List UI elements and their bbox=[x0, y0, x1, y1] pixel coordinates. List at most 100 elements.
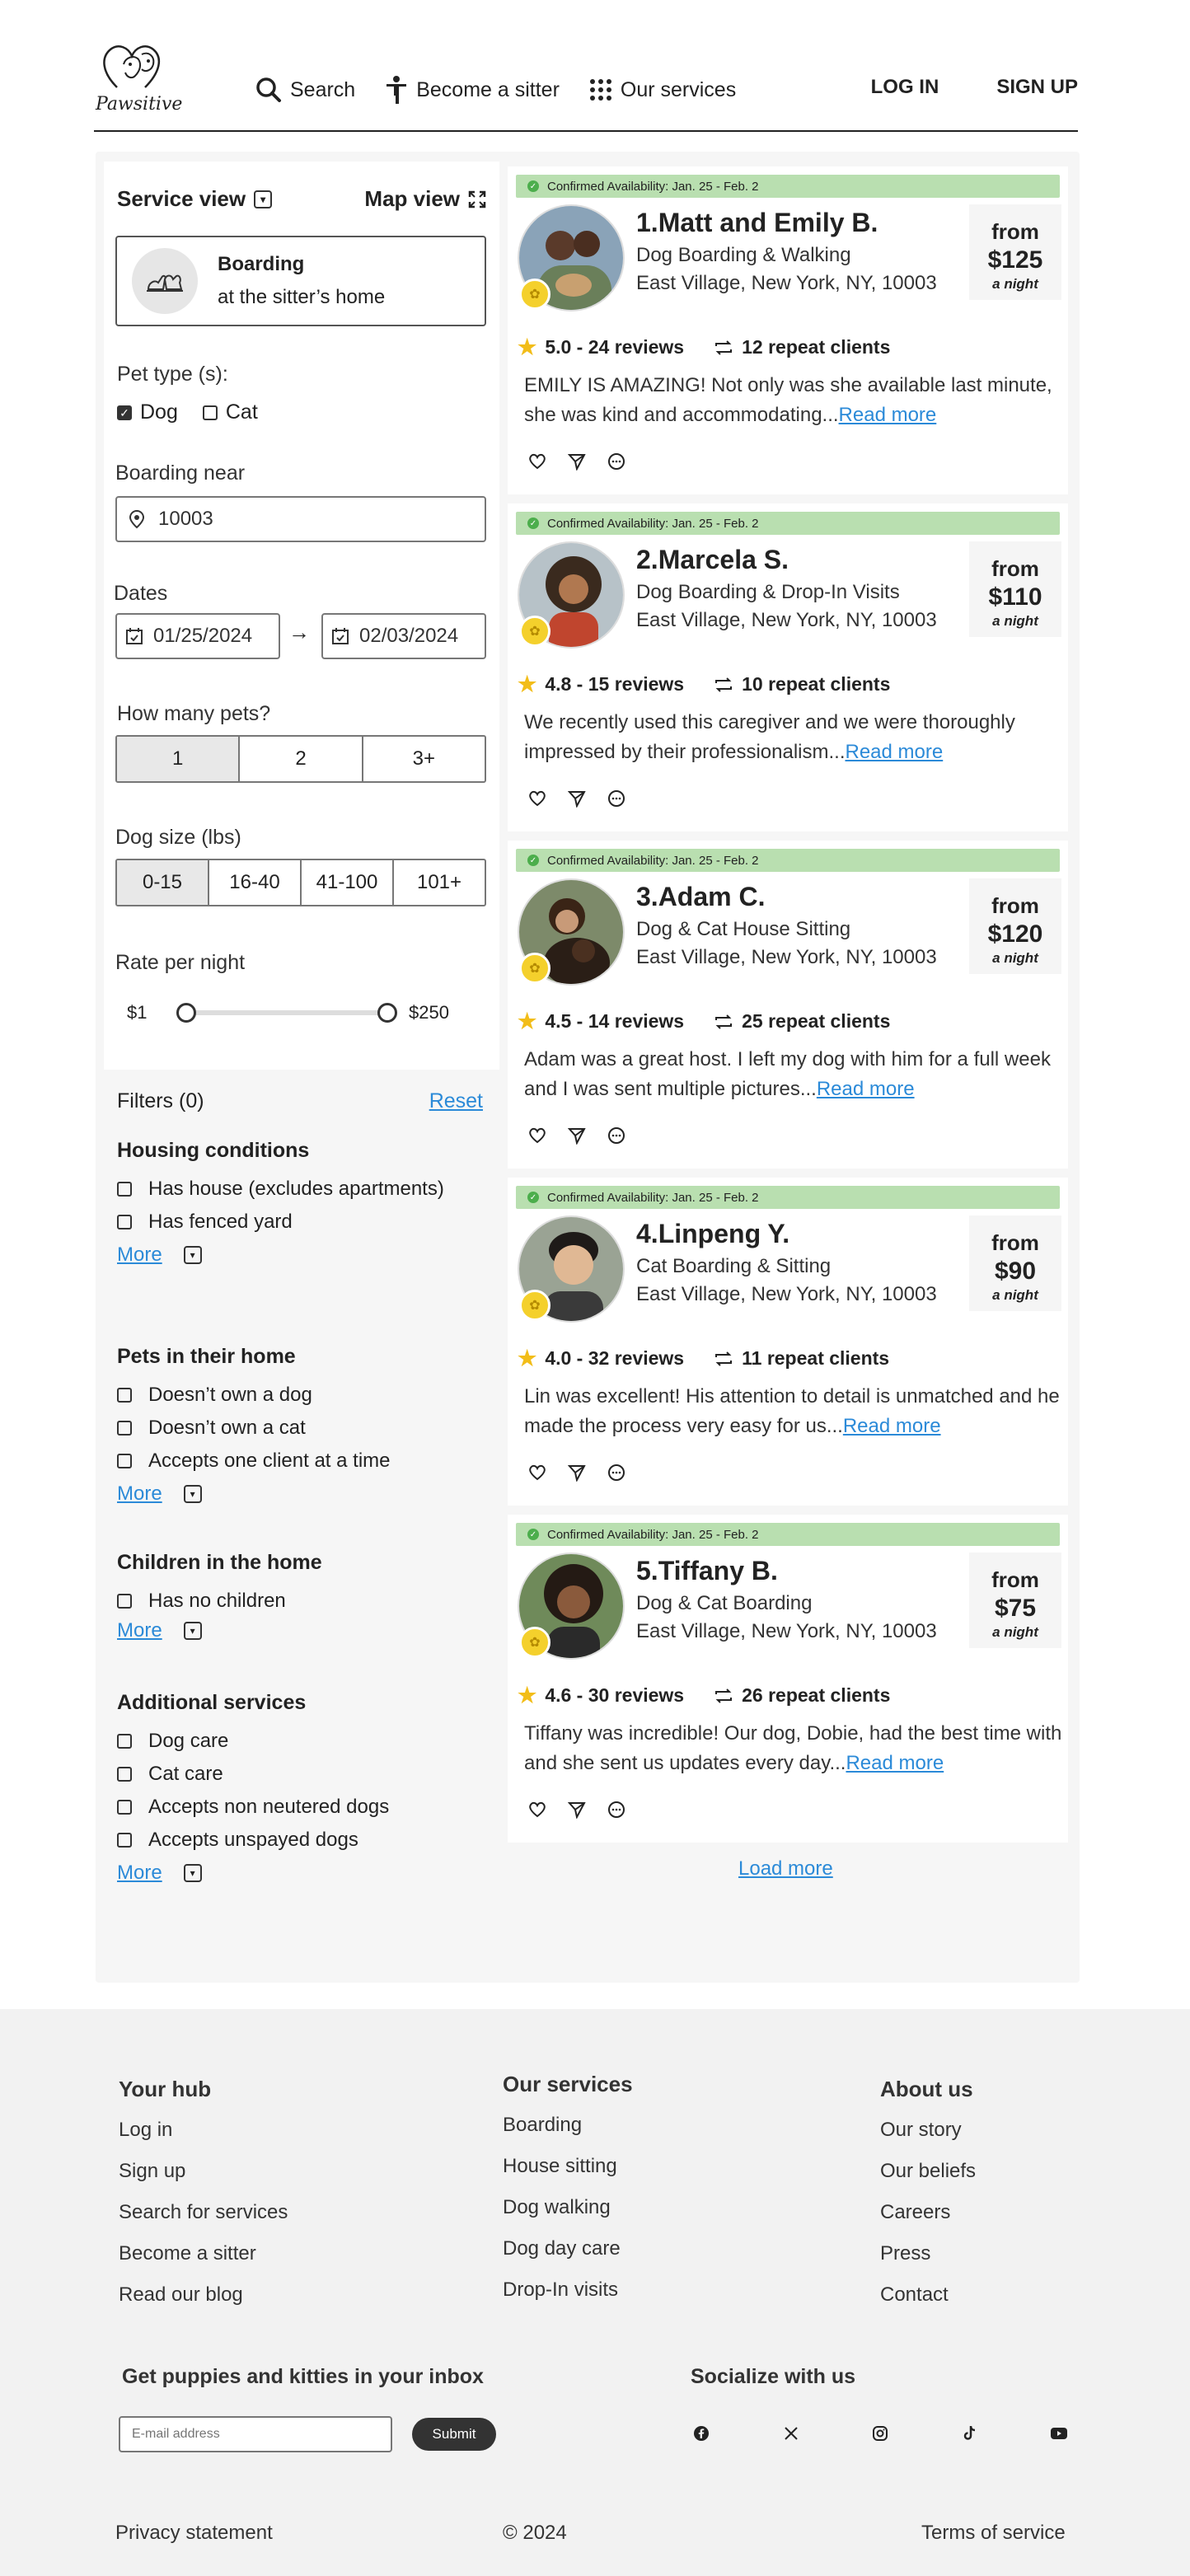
footer-link[interactable]: Boarding bbox=[503, 2114, 633, 2155]
sitter-name[interactable]: 1.Matt and Emily B. bbox=[636, 208, 878, 238]
chevron-down-icon[interactable]: ▾ bbox=[183, 1622, 202, 1640]
dog-size-option[interactable]: 0-15 bbox=[117, 860, 209, 905]
end-date-input[interactable]: 02/03/2024 bbox=[321, 613, 486, 659]
filter-option[interactable]: Has house (excludes apartments) bbox=[117, 1173, 483, 1206]
sitter-card[interactable]: ✓ Confirmed Availability: Jan. 25 - Feb. … bbox=[508, 166, 1068, 494]
footer-link[interactable]: Sign up bbox=[119, 2160, 288, 2201]
dog-size-option[interactable]: 41-100 bbox=[302, 860, 394, 905]
footer-link[interactable]: Our story bbox=[880, 2119, 976, 2160]
service-view-toggle[interactable]: Service view ▾ bbox=[117, 186, 273, 212]
nav-become-sitter[interactable]: Become a sitter bbox=[385, 76, 560, 104]
heart-icon[interactable] bbox=[527, 1463, 547, 1482]
message-icon[interactable] bbox=[607, 452, 626, 471]
footer-link[interactable]: Our beliefs bbox=[880, 2160, 976, 2201]
email-field[interactable] bbox=[119, 2416, 392, 2452]
youtube-icon[interactable] bbox=[1048, 2423, 1070, 2444]
filter-option[interactable]: Accepts non neutered dogs bbox=[117, 1791, 483, 1824]
reset-filters-link[interactable]: Reset bbox=[429, 1089, 483, 1113]
filter-option[interactable]: Doesn’t own a dog bbox=[117, 1379, 483, 1412]
more-link[interactable]: More bbox=[117, 1862, 162, 1885]
footer-link[interactable]: Log in bbox=[119, 2119, 288, 2160]
filter-option[interactable]: Dog care bbox=[117, 1725, 483, 1758]
footer-link[interactable]: Drop-In visits bbox=[503, 2279, 633, 2320]
share-icon[interactable] bbox=[567, 1800, 587, 1820]
sitter-name[interactable]: 4.Linpeng Y. bbox=[636, 1219, 789, 1249]
read-more-link[interactable]: Read more bbox=[845, 741, 943, 763]
footer-link[interactable]: Dog walking bbox=[503, 2196, 633, 2237]
sitter-name[interactable]: 3.Adam C. bbox=[636, 882, 765, 912]
read-more-link[interactable]: Read more bbox=[839, 404, 937, 426]
x-icon[interactable] bbox=[780, 2423, 802, 2444]
chevron-down-icon[interactable]: ▾ bbox=[183, 1246, 202, 1264]
sitter-card[interactable]: ✓ Confirmed Availability: Jan. 25 - Feb. … bbox=[508, 503, 1068, 831]
footer-link[interactable]: Dog day care bbox=[503, 2237, 633, 2279]
chevron-down-icon[interactable]: ▾ bbox=[183, 1485, 202, 1503]
load-more-link[interactable]: Load more bbox=[738, 1857, 833, 1880]
footer-link[interactable]: Read our blog bbox=[119, 2283, 288, 2325]
filter-option[interactable]: Doesn’t own a cat bbox=[117, 1412, 483, 1445]
filter-option[interactable]: Has fenced yard bbox=[117, 1206, 483, 1239]
share-icon[interactable] bbox=[567, 1463, 587, 1482]
filter-option[interactable]: Accepts unspayed dogs bbox=[117, 1824, 483, 1857]
filter-option[interactable]: Has no children bbox=[117, 1585, 483, 1618]
location-input[interactable]: 10003 bbox=[115, 496, 486, 542]
heart-icon[interactable] bbox=[527, 452, 547, 471]
heart-icon[interactable] bbox=[527, 1800, 547, 1820]
logo[interactable]: Pawsitive bbox=[94, 40, 185, 122]
more-link[interactable]: More bbox=[117, 1244, 162, 1267]
login-button[interactable]: LOG IN bbox=[871, 76, 939, 99]
heart-icon[interactable] bbox=[527, 789, 547, 808]
footer-link[interactable]: Contact bbox=[880, 2283, 976, 2325]
instagram-icon[interactable] bbox=[869, 2423, 891, 2444]
more-link[interactable]: More bbox=[117, 1482, 162, 1506]
footer-link[interactable]: Search for services bbox=[119, 2201, 288, 2242]
social-links bbox=[691, 2423, 1070, 2444]
share-icon[interactable] bbox=[567, 1126, 587, 1145]
repeat-clients: 11 repeat clients bbox=[742, 1347, 890, 1369]
sitter-name[interactable]: 2.Marcela S. bbox=[636, 545, 789, 575]
footer-link[interactable]: Careers bbox=[880, 2201, 976, 2242]
footer-link[interactable]: Press bbox=[880, 2242, 976, 2283]
pets-count-option[interactable]: 3+ bbox=[363, 737, 485, 781]
sitter-card[interactable]: ✓ Confirmed Availability: Jan. 25 - Feb. … bbox=[508, 841, 1068, 1169]
message-icon[interactable] bbox=[607, 1800, 626, 1820]
sitter-name[interactable]: 5.Tiffany B. bbox=[636, 1556, 778, 1586]
message-icon[interactable] bbox=[607, 1126, 626, 1145]
tiktok-icon[interactable] bbox=[959, 2423, 981, 2444]
terms-link[interactable]: Terms of service bbox=[921, 2522, 1066, 2545]
rate-min-handle[interactable] bbox=[176, 1003, 196, 1023]
footer-link[interactable]: House sitting bbox=[503, 2155, 633, 2196]
footer-link[interactable]: Become a sitter bbox=[119, 2242, 288, 2283]
rate-max-handle[interactable] bbox=[377, 1003, 397, 1023]
pet-type-dog-checkbox[interactable]: ✓ Dog bbox=[117, 400, 178, 424]
heart-icon[interactable] bbox=[527, 1126, 547, 1145]
pet-type-cat-checkbox[interactable]: Cat bbox=[202, 400, 258, 424]
read-more-link[interactable]: Read more bbox=[817, 1078, 915, 1100]
filter-option[interactable]: Cat care bbox=[117, 1758, 483, 1791]
nav-search[interactable]: Search bbox=[255, 77, 355, 103]
chevron-down-icon[interactable]: ▾ bbox=[183, 1864, 202, 1882]
rate-track[interactable] bbox=[186, 1010, 387, 1015]
facebook-icon[interactable] bbox=[691, 2423, 712, 2444]
read-more-link[interactable]: Read more bbox=[846, 1752, 944, 1774]
share-icon[interactable] bbox=[567, 789, 587, 808]
share-icon[interactable] bbox=[567, 452, 587, 471]
map-view-toggle[interactable]: Map view bbox=[364, 186, 486, 212]
read-more-link[interactable]: Read more bbox=[843, 1415, 941, 1437]
message-icon[interactable] bbox=[607, 1463, 626, 1482]
pets-count-option[interactable]: 1 bbox=[117, 737, 241, 781]
submit-button[interactable]: Submit bbox=[412, 2418, 496, 2451]
dog-size-option[interactable]: 101+ bbox=[394, 860, 485, 905]
sitter-card[interactable]: ✓ Confirmed Availability: Jan. 25 - Feb. … bbox=[508, 1178, 1068, 1506]
privacy-link[interactable]: Privacy statement bbox=[115, 2522, 273, 2545]
message-icon[interactable] bbox=[607, 789, 626, 808]
nav-our-services[interactable]: Our services bbox=[589, 78, 736, 102]
signup-button[interactable]: SIGN UP bbox=[996, 76, 1078, 99]
sitter-card[interactable]: ✓ Confirmed Availability: Jan. 25 - Feb. … bbox=[508, 1515, 1068, 1843]
start-date-input[interactable]: 01/25/2024 bbox=[115, 613, 280, 659]
more-link[interactable]: More bbox=[117, 1619, 162, 1642]
service-type-card[interactable]: Boarding at the sitter’s home bbox=[115, 236, 486, 326]
pets-count-option[interactable]: 2 bbox=[240, 737, 363, 781]
filter-option[interactable]: Accepts one client at a time bbox=[117, 1445, 483, 1478]
dog-size-option[interactable]: 16-40 bbox=[209, 860, 302, 905]
